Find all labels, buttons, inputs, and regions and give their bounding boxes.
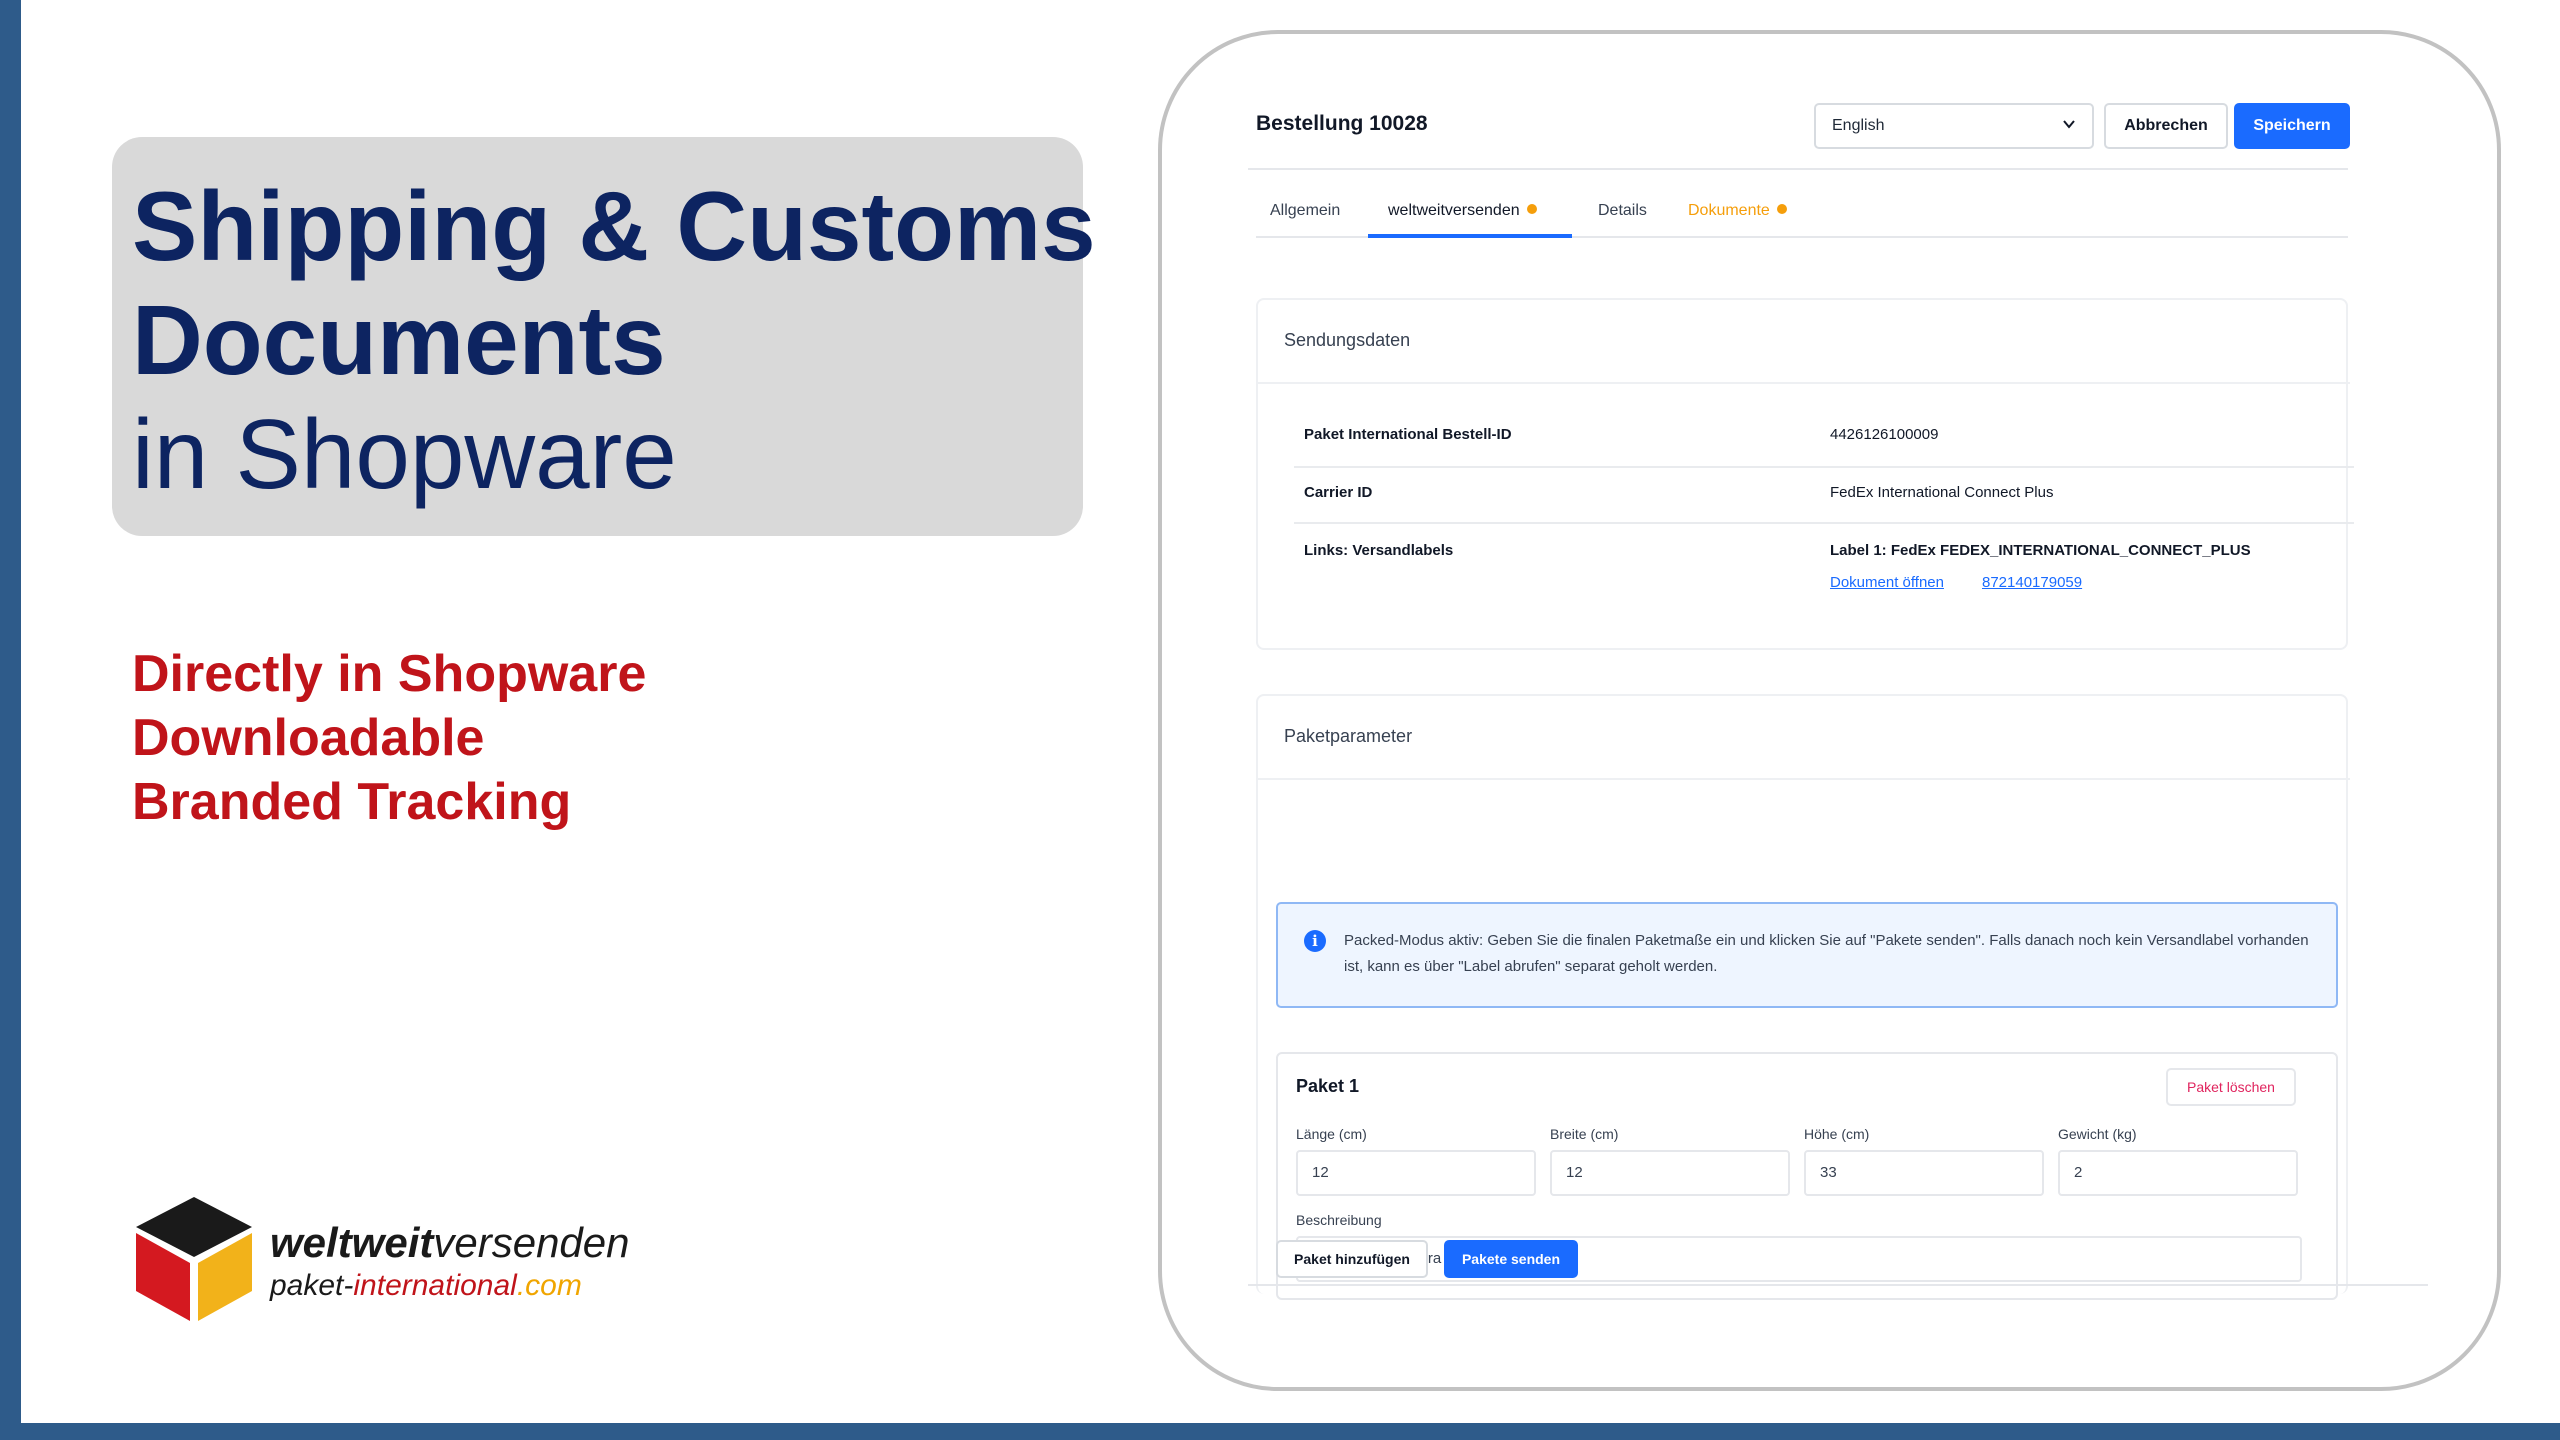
tab-label: weltweitversenden	[1388, 202, 1520, 219]
brand-domain-part-3: .com	[516, 1269, 582, 1302]
tab-label: Allgemein	[1270, 202, 1341, 219]
open-document-link[interactable]: Dokument öffnen	[1830, 574, 1944, 591]
brand-domain-part-2: international	[353, 1269, 517, 1302]
brand-domain: paket-international.com	[270, 1269, 582, 1303]
tab-badge-dot	[1776, 204, 1787, 214]
slide-frame-bottom	[0, 1423, 2560, 1440]
order-detail-app: Bestellung 10028 English Abbrechen Speic…	[1248, 80, 2428, 1300]
height-input[interactable]: 33	[1804, 1150, 2044, 1196]
package-panel-title: Paketparameter	[1284, 726, 1413, 746]
info-icon: i	[1304, 930, 1326, 952]
order-title: Bestellung 10028	[1256, 112, 1428, 135]
slide-title-line-3: in Shopware	[132, 399, 677, 509]
height-label: Höhe (cm)	[1804, 1126, 1870, 1142]
row-value: FedEx International Connect Plus	[1830, 484, 2054, 501]
row-value: 4426126100009	[1830, 426, 1939, 443]
row-divider	[1294, 466, 2354, 468]
send-packages-button[interactable]: Pakete senden	[1444, 1240, 1578, 1278]
delete-package-button[interactable]: Paket löschen	[2166, 1068, 2296, 1106]
language-select[interactable]: English	[1814, 103, 2094, 149]
slide-title-line-1: Shipping & Customs	[132, 171, 1096, 281]
row-label: Carrier ID	[1304, 484, 1373, 501]
package-title: Paket 1	[1296, 1076, 1360, 1096]
feature-item: Branded Tracking	[132, 773, 572, 831]
feature-item: Directly in Shopware	[132, 645, 647, 703]
info-alert: i Packed-Modus aktiv: Geben Sie die fina…	[1276, 902, 2338, 1008]
package-card: Paket 1 Paket löschen Länge (cm) 12 Brei…	[1276, 1052, 2338, 1300]
row-label: Links: Versandlabels	[1304, 542, 1454, 559]
width-label: Breite (cm)	[1550, 1126, 1619, 1142]
brand-name: weltweitversenden	[270, 1219, 630, 1267]
tab-dokumente[interactable]: Dokumente	[1688, 202, 1787, 220]
save-button[interactable]: Speichern	[2234, 103, 2350, 149]
app-header: Bestellung 10028 English Abbrechen Speic…	[1248, 80, 2350, 170]
width-input[interactable]: 12	[1550, 1150, 1790, 1196]
panel-divider	[1258, 778, 2350, 780]
app-bottom-divider	[1248, 1284, 2428, 1286]
tab-label: Details	[1598, 202, 1647, 219]
tab-details[interactable]: Details	[1598, 202, 1647, 220]
shipment-panel-title: Sendungsdaten	[1284, 330, 1411, 350]
shipment-panel: Sendungsdaten Paket International Bestel…	[1256, 298, 2354, 650]
panel-divider	[1258, 382, 2350, 384]
feature-list: Directly in Shopware Downloadable Brande…	[132, 642, 646, 834]
length-input[interactable]: 12	[1296, 1150, 1536, 1196]
cancel-button[interactable]: Abbrechen	[2104, 103, 2228, 149]
slide-frame-left	[0, 0, 21, 1440]
chevron-down-icon	[2062, 117, 2076, 136]
active-tab-indicator	[1368, 234, 1572, 238]
row-divider	[1294, 522, 2354, 524]
slide-title-line-2: Documents	[132, 285, 666, 395]
language-select-value: English	[1832, 117, 1885, 134]
weight-input[interactable]: 2	[2058, 1150, 2298, 1196]
tab-bar: Allgemein weltweitversenden Details Doku…	[1256, 180, 2348, 238]
description-label: Beschreibung	[1296, 1212, 1382, 1228]
length-label: Länge (cm)	[1296, 1126, 1367, 1142]
tab-label: Dokumente	[1688, 202, 1770, 219]
tracking-number-link[interactable]: 872140179059	[1982, 574, 2082, 591]
brand-domain-part-1: paket-	[270, 1269, 354, 1302]
cube-logo-icon	[136, 1197, 252, 1321]
tab-allgemein[interactable]: Allgemein	[1270, 202, 1340, 220]
tab-badge-dot	[1526, 204, 1537, 214]
row-value: Label 1: FedEx FEDEX_INTERNATIONAL_CONNE…	[1830, 542, 2251, 559]
brand-logo: weltweitversenden paket-international.co…	[132, 1193, 672, 1323]
tab-weltweitversenden[interactable]: weltweitversenden	[1388, 202, 1537, 220]
feature-item: Downloadable	[132, 709, 485, 767]
add-package-button[interactable]: Paket hinzufügen	[1276, 1240, 1428, 1278]
row-label: Paket International Bestell-ID	[1304, 426, 1512, 443]
brand-name-regular: versenden	[433, 1219, 630, 1266]
brand-name-bold: weltweit	[270, 1219, 434, 1266]
weight-label: Gewicht (kg)	[2058, 1126, 2137, 1142]
info-alert-text: Packed-Modus aktiv: Geben Sie die finale…	[1344, 932, 2309, 975]
